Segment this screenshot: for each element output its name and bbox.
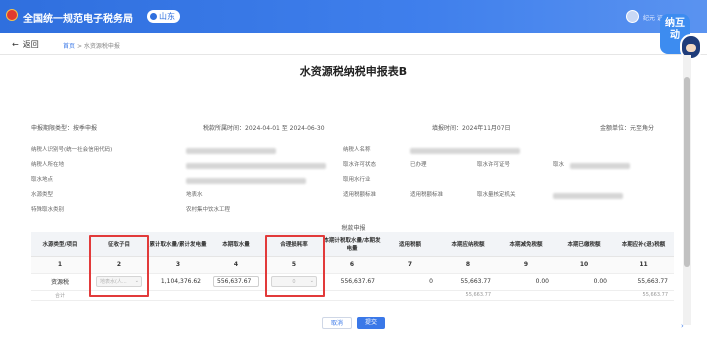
location-pin-icon bbox=[150, 13, 157, 20]
breadcrumb: 首页 > 水资源税申报 bbox=[63, 41, 120, 50]
index-cell: 1 bbox=[31, 256, 89, 274]
cancel-button[interactable]: 取消 bbox=[322, 317, 353, 329]
col-header: 本期已缴税额 bbox=[555, 232, 613, 257]
taxpayer-location-label: 纳税人所在地 bbox=[31, 162, 65, 168]
chevron-right-icon[interactable]: › bbox=[681, 322, 684, 330]
region-label: 山东 bbox=[159, 12, 175, 21]
index-cell: 7 bbox=[381, 256, 439, 274]
current-volume-input[interactable]: 556,637.67 bbox=[213, 276, 259, 287]
paid-cell: 0.00 bbox=[555, 273, 613, 291]
back-label: 返回 bbox=[22, 40, 39, 49]
col-header: 适用税额 bbox=[381, 232, 439, 257]
cumulative-cell: 1,104,376.62 bbox=[149, 273, 207, 291]
user-avatar[interactable] bbox=[626, 10, 639, 23]
standard-label: 适用税额标准 bbox=[343, 192, 377, 198]
fill-date: 填报时间：2024年11月07日 bbox=[432, 125, 511, 132]
submit-button[interactable]: 提交 bbox=[357, 317, 386, 329]
sum-label: 合计 bbox=[31, 290, 89, 301]
brand-title: 全国统一规范电子税务局 bbox=[23, 14, 133, 25]
col-header: 本期应纳税额 bbox=[439, 232, 497, 257]
source-type-label: 水源类型 bbox=[31, 192, 54, 198]
permit-no-prefix: 取水 bbox=[553, 162, 565, 168]
taxpayer-name-value bbox=[410, 148, 520, 154]
scrollbar-thumb[interactable] bbox=[684, 77, 690, 267]
permit-no-value bbox=[570, 163, 630, 169]
source-type-value: 地表水 bbox=[186, 192, 203, 198]
index-cell: 3 bbox=[149, 256, 207, 274]
special-value: 农村集中饮水工程 bbox=[186, 207, 231, 213]
arrow-left-icon: ← bbox=[12, 40, 19, 49]
nav-bar: ← 返回 首页 > 水资源税申报 bbox=[0, 33, 707, 55]
assistant-widget[interactable]: 纳互动 bbox=[660, 14, 704, 64]
index-cell: 8 bbox=[439, 256, 497, 274]
national-emblem-icon bbox=[6, 9, 18, 21]
back-button[interactable]: ← 返回 bbox=[12, 39, 39, 50]
water-type-cell: 资源税 bbox=[31, 273, 89, 291]
amount-unit: 金额单位：元至角分 bbox=[600, 125, 655, 132]
page-title: 水资源税纳税申报表B bbox=[299, 65, 408, 78]
sum-due: 55,663.77 bbox=[613, 290, 674, 301]
col-header: 本期减免税额 bbox=[497, 232, 555, 257]
index-cell: 11 bbox=[613, 256, 674, 274]
permit-status-label: 取水许可状态 bbox=[343, 162, 377, 168]
index-cell: 9 bbox=[497, 256, 555, 274]
period-type: 申报期限类型：按季申报 bbox=[31, 125, 98, 132]
taxable-cell: 556,637.67 bbox=[323, 273, 381, 291]
col-header: 本期计税取水量/本期发电量 bbox=[323, 232, 381, 257]
taxpayer-id-label: 纳税人识别号(统一社会信用代码) bbox=[31, 147, 113, 153]
current-volume-cell: 556,637.67 bbox=[207, 273, 265, 291]
taxpayer-location-value bbox=[186, 163, 326, 169]
taxpayer-id-value bbox=[186, 148, 276, 154]
top-bar: 全国统一规范电子税务局 山东 纪元 证 bbox=[0, 0, 707, 33]
breadcrumb-current: 水资源税申报 bbox=[83, 43, 120, 50]
authority-value bbox=[553, 193, 623, 199]
rate-cell: 0 bbox=[381, 273, 439, 291]
index-cell: 6 bbox=[323, 256, 381, 274]
payable-cell: 55,663.77 bbox=[439, 273, 497, 291]
region-selector[interactable]: 山东 bbox=[147, 10, 180, 23]
permit-status-value: 已办理 bbox=[410, 162, 427, 168]
authority-label: 取水量核定机关 bbox=[477, 192, 516, 198]
reduction-cell: 0.00 bbox=[497, 273, 555, 291]
section-title: 税款申报 bbox=[341, 225, 366, 232]
col-header: 水源类型/项目 bbox=[31, 232, 89, 257]
intake-location-label: 取水地点 bbox=[31, 177, 54, 183]
breadcrumb-home[interactable]: 首页 bbox=[63, 43, 75, 50]
highlight-loss-rate bbox=[265, 235, 325, 297]
permit-no-label: 取水许可证号 bbox=[477, 162, 511, 168]
col-header: 本期应补(退)税额 bbox=[613, 232, 674, 257]
standard-value: 适用税额标准 bbox=[410, 192, 444, 198]
col-header: 本期取水量 bbox=[207, 232, 265, 257]
tax-period: 税款所属时间：2024-04-01 至 2024-06-30 bbox=[203, 125, 325, 132]
intake-location-value bbox=[186, 178, 306, 184]
index-cell: 4 bbox=[207, 256, 265, 274]
industry-label: 取用水行业 bbox=[343, 177, 371, 183]
highlight-subitem bbox=[89, 235, 149, 297]
sum-payable: 55,663.77 bbox=[439, 290, 497, 301]
special-label: 特殊取水类别 bbox=[31, 207, 65, 213]
due-cell: 55,663.77 bbox=[613, 273, 674, 291]
taxpayer-name-label: 纳税人名称 bbox=[343, 147, 371, 153]
breadcrumb-separator: > bbox=[76, 43, 82, 50]
col-header: 累计取水量/累计发电量 bbox=[149, 232, 207, 257]
index-cell: 10 bbox=[555, 256, 613, 274]
